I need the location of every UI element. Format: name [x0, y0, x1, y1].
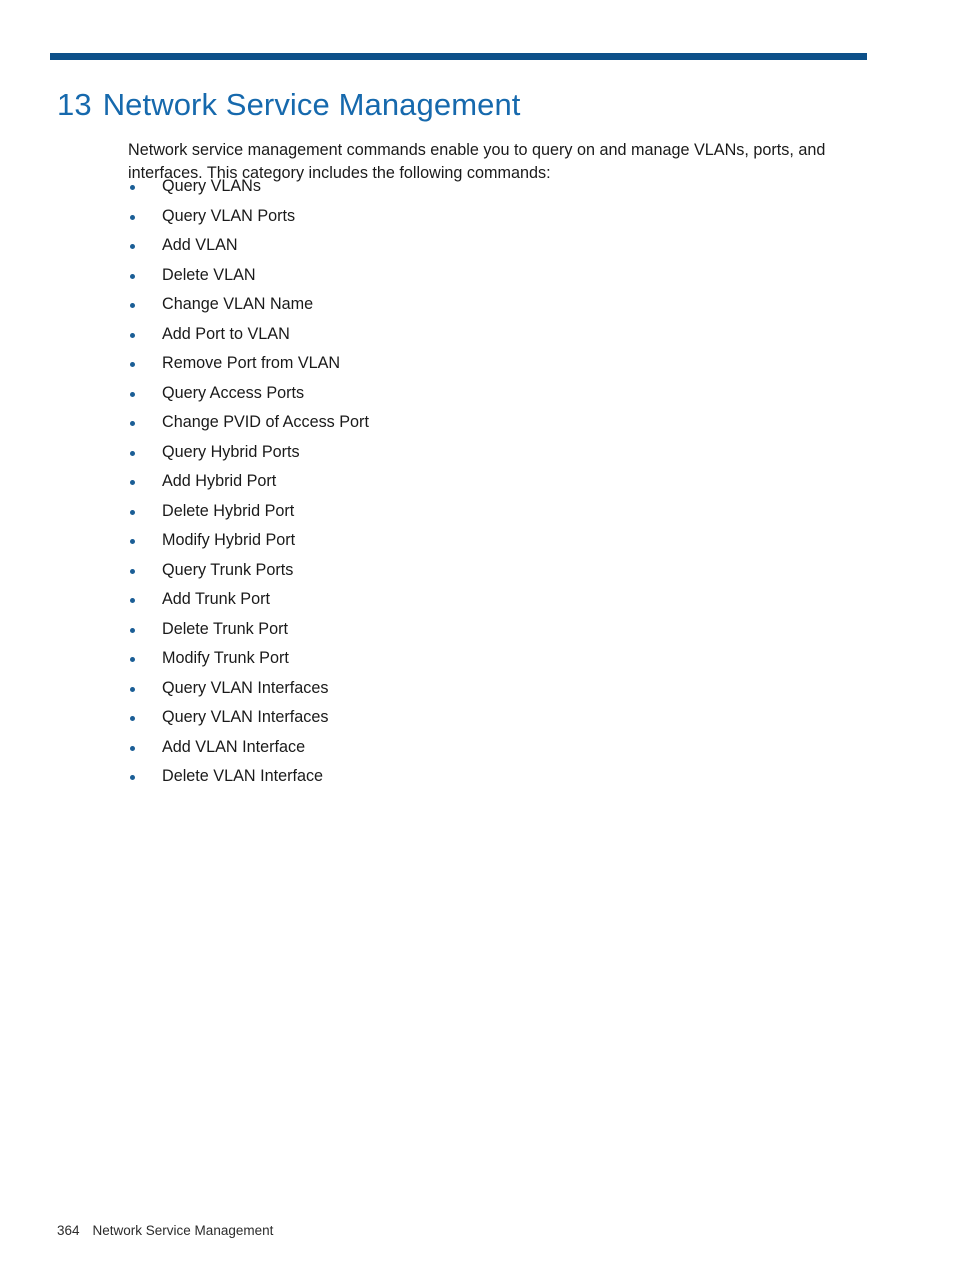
list-item-label: Modify Hybrid Port — [162, 531, 296, 549]
footer-running-title: Network Service Management — [92, 1223, 274, 1238]
list-item: Add Trunk Port — [128, 585, 868, 615]
list-item-label: Query VLAN Ports — [162, 206, 296, 225]
bullet-icon — [130, 362, 135, 367]
list-item-label: Delete Trunk Port — [162, 619, 288, 638]
list-item-label: Query VLANs — [162, 177, 261, 195]
list-item: Add VLAN — [128, 231, 868, 261]
list-item: Query Access Ports — [128, 379, 868, 409]
list-item-label: Query Hybrid Ports — [162, 442, 300, 461]
list-item: Delete Hybrid Port — [128, 497, 868, 527]
bullet-icon — [130, 775, 135, 780]
list-item-label: Add VLAN — [162, 236, 238, 254]
list-item: Add Hybrid Port — [128, 467, 868, 497]
list-item-label: Change VLAN Name — [162, 295, 314, 313]
bullet-icon — [130, 391, 135, 397]
bullet-icon — [130, 185, 135, 190]
document-page: 13 Network Service Management Network ser… — [0, 0, 954, 1271]
bullet-icon — [130, 657, 135, 662]
list-item-label: Query VLAN Interfaces — [162, 678, 329, 697]
list-item: Modify Hybrid Port — [128, 526, 868, 556]
bullet-icon — [130, 686, 135, 692]
bullet-icon — [130, 244, 135, 249]
list-item: Modify Trunk Port — [128, 644, 868, 674]
list-item-label: Change PVID of Access Port — [162, 413, 369, 431]
list-item: Add Port to VLAN — [128, 320, 868, 350]
list-item: Query Hybrid Ports — [128, 438, 868, 468]
bullet-icon — [130, 745, 135, 751]
bullet-icon — [130, 450, 135, 456]
bullet-icon — [130, 421, 135, 426]
list-item: Change VLAN Name — [128, 290, 868, 320]
list-item-label: Delete VLAN — [162, 265, 256, 284]
list-item: Remove Port from VLAN — [128, 349, 868, 379]
list-item: Query VLAN Interfaces — [128, 674, 868, 704]
list-item-label: Delete VLAN Interface — [162, 767, 324, 785]
bullet-icon — [130, 716, 135, 721]
list-item: Add VLAN Interface — [128, 733, 868, 763]
list-item: Query Trunk Ports — [128, 556, 868, 586]
list-item-label: Delete Hybrid Port — [162, 501, 295, 520]
command-list: Query VLANs Query VLAN Ports Add VLAN De… — [128, 172, 868, 792]
page-footer: 364 Network Service Management — [57, 1222, 273, 1240]
list-item: Delete VLAN — [128, 261, 868, 291]
footer-page-number: 364 — [57, 1223, 80, 1238]
list-item: Change PVID of Access Port — [128, 408, 868, 438]
bullet-icon — [130, 509, 135, 515]
chapter-number: 13 — [57, 86, 92, 122]
bullet-icon — [130, 273, 135, 279]
list-item: Delete Trunk Port — [128, 615, 868, 645]
chapter-divider-rule — [50, 53, 867, 60]
list-item-label: Query VLAN Interfaces — [162, 708, 329, 726]
list-item-label: Modify Trunk Port — [162, 649, 289, 667]
list-item-label: Add Hybrid Port — [162, 472, 277, 490]
list-item: Query VLAN Ports — [128, 202, 868, 232]
list-item: Query VLANs — [128, 172, 868, 202]
list-item-label: Query Access Ports — [162, 383, 305, 402]
bullet-icon — [130, 598, 135, 603]
list-item: Delete VLAN Interface — [128, 762, 868, 792]
bullet-icon — [130, 480, 135, 485]
list-item-label: Add Trunk Port — [162, 590, 270, 608]
list-item-label: Query Trunk Ports — [162, 560, 294, 579]
bullet-icon — [130, 627, 135, 633]
bullet-icon — [130, 539, 135, 544]
list-item: Query VLAN Interfaces — [128, 703, 868, 733]
bullet-icon — [130, 303, 135, 308]
list-item-label: Add VLAN Interface — [162, 737, 306, 756]
bullet-icon — [130, 568, 135, 574]
chapter-title-text: Network Service Management — [102, 86, 521, 122]
list-item-label: Remove Port from VLAN — [162, 354, 341, 372]
list-item-label: Add Port to VLAN — [162, 324, 290, 343]
page-title: 13 Network Service Management — [57, 85, 521, 125]
bullet-icon — [130, 332, 135, 338]
bullet-icon — [130, 214, 135, 220]
